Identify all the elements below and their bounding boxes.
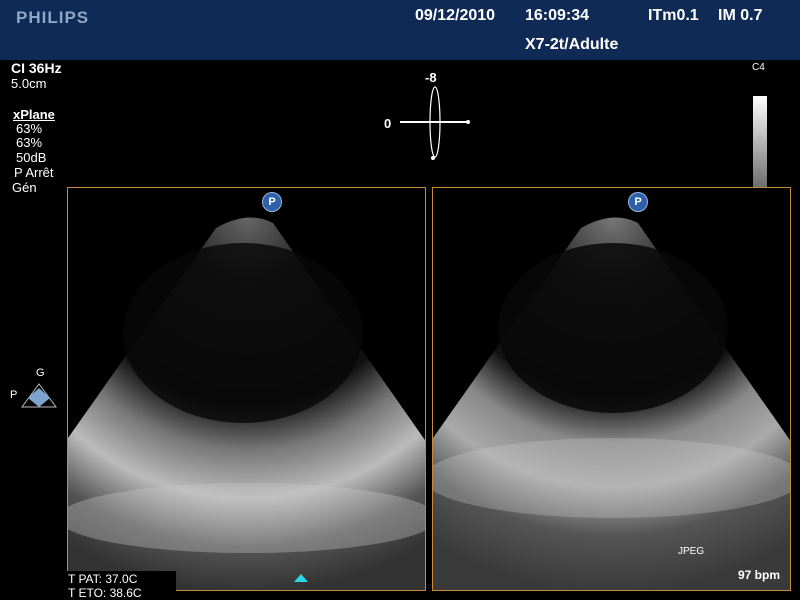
brand-logo: PHILIPS [16,8,90,27]
heart-rate: 97 bpm [738,568,781,582]
orientation-left: P [10,389,18,401]
plane-angle-left: 0 [384,116,392,131]
mechanical-index: IM 0.7 [718,7,763,24]
probe-preset: X7-2t/Adulte [525,36,619,53]
dynamic-range: 50dB [16,150,47,165]
image-panel-left: P [67,187,426,591]
image-panel-right: P JPEG [432,187,791,591]
plane-indicator-icon [400,86,470,160]
persistence: P Arrêt [14,165,54,180]
exam-time: 16:09:34 [525,7,590,24]
format-label: JPEG [678,546,705,557]
exam-date: 09/12/2010 [415,7,496,24]
ultrasound-sector-left [68,217,425,590]
gain-2: 63% [16,135,43,150]
gain-1: 63% [16,121,43,136]
grayscale-label: C4 [752,62,765,73]
ultrasound-sector-right [433,217,790,590]
probe-marker-right: P [628,192,648,212]
thermal-index: ITm0.1 [648,7,699,24]
plane-angle-top: -8 [425,70,437,85]
probe-marker-left: P [262,192,282,212]
setting: Gén [12,180,37,195]
probe-temperature: T ETO: 38.6C [68,586,142,600]
frame-rate: CI 36Hz [11,60,62,76]
patient-temperature: T PAT: 37.0C [68,572,138,586]
mode-label: xPlane [13,107,55,122]
ecg-marker-icon [294,574,308,582]
depth-value: 5.0cm [11,76,47,91]
orientation-icon [21,383,57,408]
